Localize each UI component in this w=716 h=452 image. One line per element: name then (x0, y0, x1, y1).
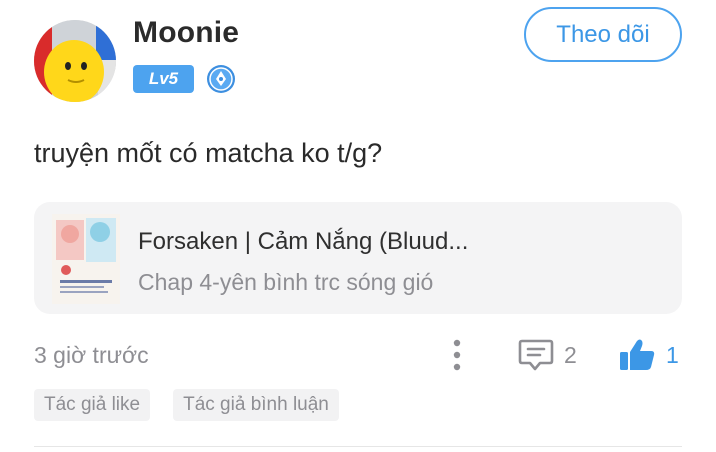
thumbs-up-icon (620, 339, 655, 370)
blue-pen-medal-icon[interactable] (206, 64, 236, 94)
comment-count: 2 (564, 341, 577, 368)
story-chapter: Chap 4-yên bình trc sóng gió (138, 269, 434, 295)
yellow-face-avatar-icon (34, 20, 116, 102)
divider (34, 446, 682, 447)
vertical-dots-icon (453, 339, 461, 371)
comment-button[interactable]: 2 (518, 336, 577, 374)
follow-button[interactable]: Theo dõi (524, 7, 682, 62)
level-badge: Lv5 (133, 65, 194, 93)
like-count: 1 (666, 341, 679, 368)
username[interactable]: Moonie (133, 16, 239, 50)
more-options-button[interactable] (440, 336, 474, 374)
comment-icon (518, 339, 554, 371)
post-content: truyện mốt có matcha ko t/g? (34, 138, 383, 168)
like-button[interactable]: 1 (618, 336, 679, 374)
tag-author-comment: Tác giả bình luận (173, 389, 339, 421)
post-time: 3 giờ trước (34, 342, 149, 368)
story-title: Forsaken | Cảm Nắng (Bluud... (138, 228, 469, 255)
post-header: Moonie Lv5 Theo dõi (0, 0, 716, 110)
tag-author-like: Tác giả like (34, 389, 151, 421)
author-reaction-tags: Tác giả like Tác giả bình luận (34, 389, 339, 421)
avatar[interactable] (34, 20, 116, 102)
story-cover-thumbnail (52, 214, 120, 304)
user-badges: Lv5 (133, 64, 236, 94)
story-card[interactable]: Forsaken | Cảm Nắng (Bluud... Chap 4-yên… (34, 202, 682, 314)
post-meta-row: 3 giờ trước 2 1 (0, 332, 716, 378)
